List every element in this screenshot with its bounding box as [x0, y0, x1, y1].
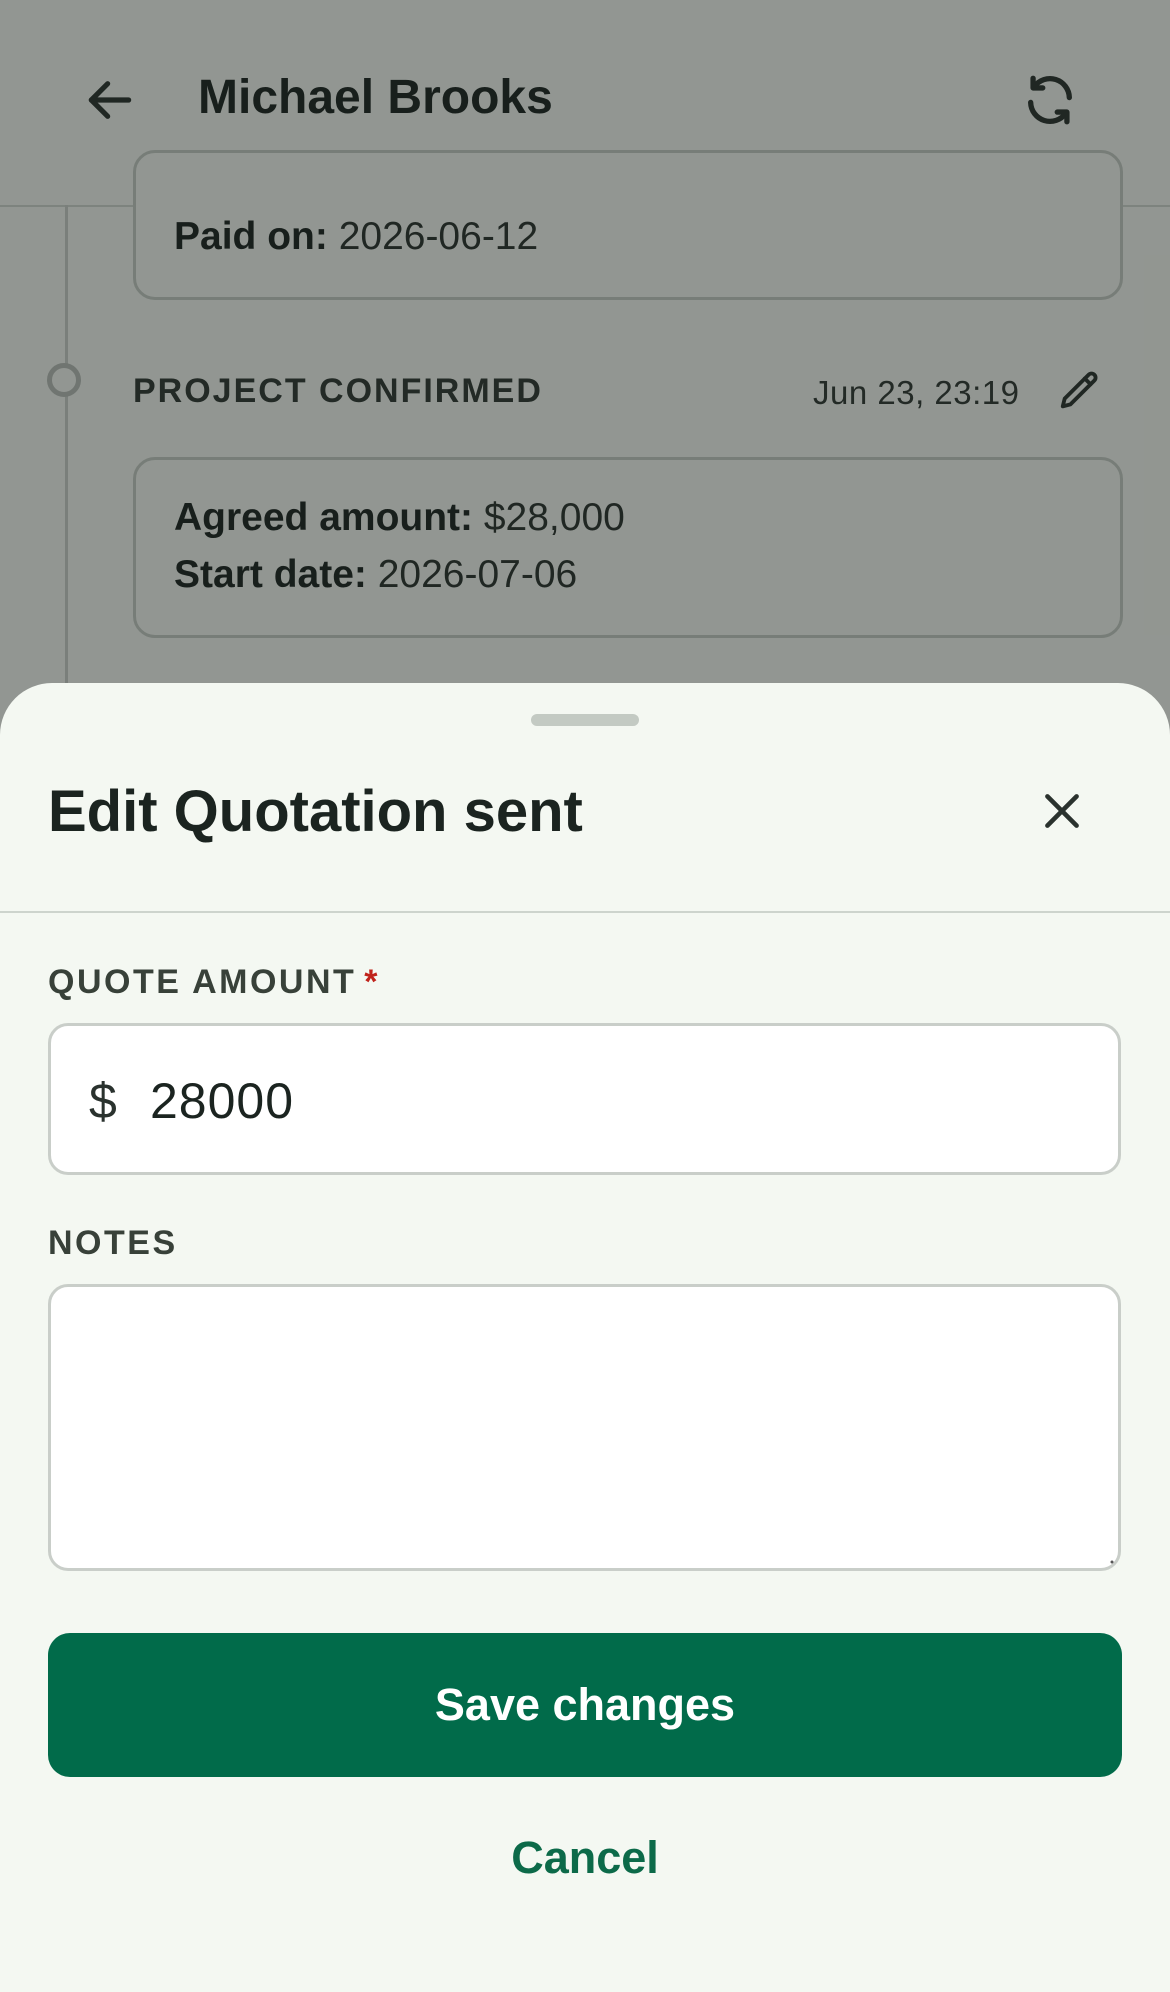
- quote-amount-input[interactable]: $ 28000: [48, 1023, 1121, 1175]
- screen: Michael Brooks Paid on: 2026-06-12 PROJE…: [0, 0, 1170, 1992]
- edit-sheet: Edit Quotation sent QUOTE AMOUNT * $ 2800…: [0, 683, 1170, 1992]
- currency-symbol: $: [89, 1073, 117, 1129]
- resize-grip-icon[interactable]: [1108, 1558, 1114, 1564]
- close-icon: [1045, 794, 1079, 828]
- sheet-divider: [0, 911, 1170, 913]
- notes-textarea[interactable]: [48, 1284, 1121, 1571]
- quote-amount-value: 28000: [150, 1073, 295, 1129]
- close-button[interactable]: [1022, 771, 1102, 851]
- sheet-title: Edit Quotation sent: [48, 779, 583, 844]
- drag-handle[interactable]: [531, 714, 639, 726]
- cancel-button[interactable]: Cancel: [385, 1798, 785, 1918]
- required-marker: *: [364, 963, 381, 1001]
- save-button[interactable]: Save changes: [48, 1633, 1122, 1777]
- notes-label: NOTES: [48, 1224, 178, 1262]
- quote-amount-label-text: QUOTE AMOUNT: [48, 963, 357, 1001]
- quote-amount-label: QUOTE AMOUNT *: [48, 963, 380, 1002]
